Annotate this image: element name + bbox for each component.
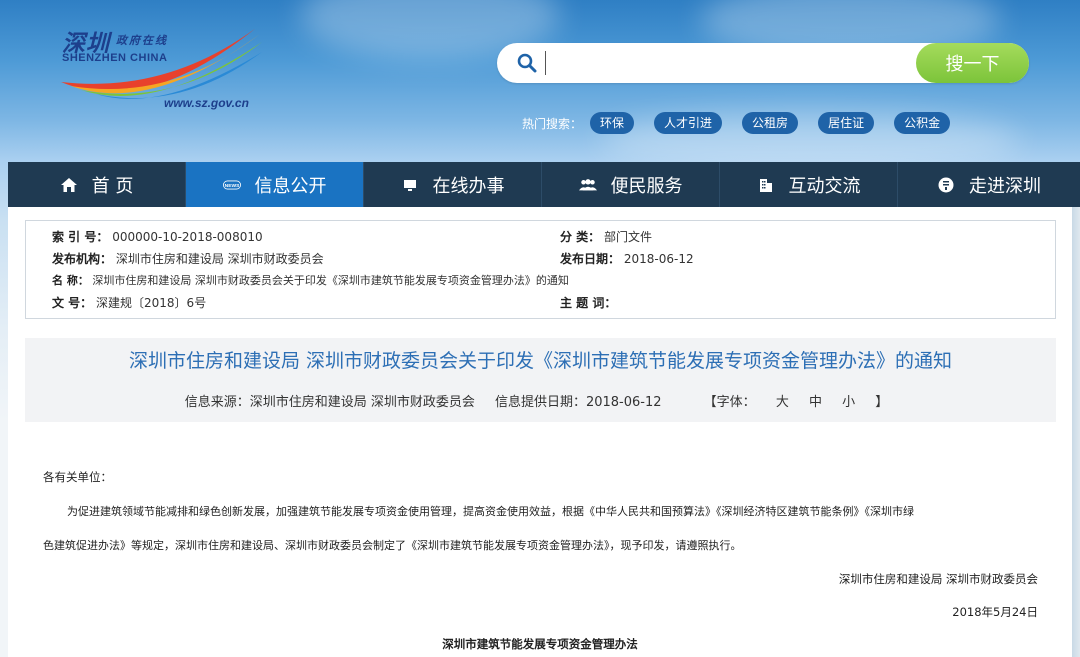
article-source: 信息来源：深圳市住房和建设局 深圳市财政委员会 (184, 395, 475, 410)
nav-item-online-service[interactable]: 在线办事 (364, 162, 542, 207)
font-size-small-button[interactable]: 小 (842, 395, 855, 410)
building-icon (757, 176, 775, 194)
nav-label: 便民服务 (610, 175, 683, 197)
hot-search-bar: 热门搜索： 环保 人才引进 公租房 居住证 公积金 (522, 112, 970, 134)
meta-index-no: 索 引 号： 000000-10-2018-008010 (52, 227, 263, 247)
hot-tag-residence-permit[interactable]: 居住证 (818, 112, 875, 134)
info-icon (937, 176, 955, 194)
hot-search-label: 热门搜索： (522, 116, 583, 131)
article-sign-date: 2018年5月24日 (952, 605, 1038, 619)
logo-url: www.sz.gov.cn (164, 96, 249, 110)
main-nav: 首 页 NEWS 信息公开 在线办事 便民服务 互动交流 走进深圳 (8, 162, 1080, 207)
article-salutation: 各有关单位： (43, 470, 112, 484)
page-edge-decoration (1072, 207, 1080, 657)
meta-value: 深建规〔2018〕6号 (96, 296, 207, 310)
meta-key: 发布日期： (560, 252, 621, 266)
article-header: 深圳市住房和建设局 深圳市财政委员会关于印发《深圳市建筑节能发展专项资金管理办法… (25, 338, 1056, 422)
news-icon: NEWS (222, 176, 241, 194)
meta-value: 部门文件 (604, 230, 653, 244)
nav-label: 在线办事 (432, 175, 505, 197)
meta-key: 发布机构： (52, 252, 113, 266)
article-title: 深圳市住房和建设局 深圳市财政委员会关于印发《深圳市建筑节能发展专项资金管理办法… (128, 350, 953, 372)
search-input[interactable] (545, 51, 905, 75)
site-logo[interactable]: 深圳 政府在线 SHENZHEN CHINA www.sz.gov.cn (56, 22, 276, 122)
logo-english-name: SHENZHEN CHINA (62, 52, 168, 64)
meta-value: 2018-06-12 (623, 252, 694, 266)
nav-label: 信息公开 (254, 175, 327, 197)
hot-tag-environment[interactable]: 环保 (590, 112, 635, 134)
site-header: 深圳 政府在线 SHENZHEN CHINA www.sz.gov.cn 搜一下… (0, 0, 1080, 170)
article-paragraph-line: 为促进建筑领域节能减排和绿色创新发展，加强建筑节能发展专项资金使用管理，提高资金… (67, 505, 914, 518)
document-metadata: 索 引 号： 000000-10-2018-008010 分 类： 部门文件 发… (25, 220, 1056, 319)
meta-key: 分 类： (560, 230, 601, 244)
meta-doc-no: 文 号： 深建规〔2018〕6号 (52, 293, 206, 313)
nav-item-info-disclosure[interactable]: NEWS 信息公开 (186, 162, 364, 207)
nav-label: 走进深圳 (969, 175, 1041, 197)
nav-label: 首 页 (91, 175, 134, 197)
hot-tag-talent[interactable]: 人才引进 (654, 112, 723, 134)
search-button[interactable]: 搜一下 (916, 43, 1029, 83)
meta-category: 分 类： 部门文件 (560, 227, 652, 247)
svg-text:NEWS: NEWS (224, 183, 239, 189)
search-box: 搜一下 (497, 43, 1029, 83)
meta-value: 000000-10-2018-008010 (112, 230, 263, 244)
nav-item-interaction[interactable]: 互动交流 (720, 162, 898, 207)
people-icon (578, 176, 597, 194)
meta-keywords: 主 题 词： (560, 293, 616, 313)
meta-key: 名 称： (52, 274, 89, 287)
home-icon (60, 176, 78, 194)
article-info: 信息来源：深圳市住房和建设局 深圳市财政委员会 信息提供日期：2018-06-1… (25, 391, 1056, 410)
attachment-title: 深圳市建筑节能发展专项资金管理办法 (442, 637, 638, 651)
article-signature: 深圳市住房和建设局 深圳市财政委员会 (838, 572, 1038, 586)
hot-tag-housing-fund[interactable]: 公积金 (894, 112, 951, 134)
article-provide-date: 信息提供日期：2018-06-12 (494, 395, 662, 410)
font-size-switcher: 【字体： 大 中 小 】 (696, 395, 897, 410)
nav-item-home[interactable]: 首 页 (8, 162, 186, 207)
monitor-icon (401, 176, 419, 194)
meta-key: 索 引 号： (52, 230, 109, 244)
font-size-medium-button[interactable]: 中 (809, 395, 822, 410)
font-size-label-close: 】 (875, 395, 889, 410)
hot-tag-public-rental[interactable]: 公租房 (742, 112, 799, 134)
meta-name: 名 称： 深圳市住房和建设局 深圳市财政委员会关于印发《深圳市建筑节能发展专项资… (52, 271, 569, 291)
article-paragraph-line: 色建筑促进办法》等规定，深圳市住房和建设局、深圳市财政委员会制定了《深圳市建筑节… (43, 539, 742, 552)
font-size-label-open: 【字体： (703, 395, 756, 410)
meta-publish-date: 发布日期： 2018-06-12 (560, 249, 694, 269)
nav-item-about-shenzhen[interactable]: 走进深圳 (898, 162, 1080, 207)
logo-subtitle: 政府在线 (116, 34, 168, 47)
search-icon[interactable] (517, 53, 537, 73)
font-size-large-button[interactable]: 大 (776, 395, 789, 410)
meta-publisher: 发布机构： 深圳市住房和建设局 深圳市财政委员会 (52, 249, 324, 269)
nav-item-public-service[interactable]: 便民服务 (542, 162, 720, 207)
meta-value: 深圳市住房和建设局 深圳市财政委员会 (115, 252, 324, 266)
meta-value: 深圳市住房和建设局 深圳市财政委员会关于印发《深圳市建筑节能发展专项资金管理办法… (92, 274, 569, 287)
meta-key: 主 题 词： (560, 296, 617, 310)
meta-key: 文 号： (52, 296, 93, 310)
nav-label: 互动交流 (788, 175, 861, 197)
